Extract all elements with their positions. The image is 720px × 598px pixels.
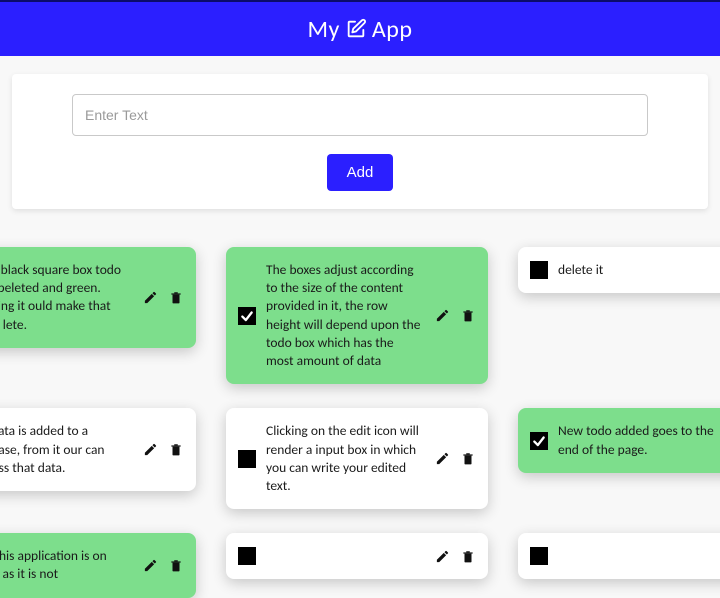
title-right: App — [372, 15, 413, 44]
todo-text: New todo added goes to the end of the pa… — [558, 422, 716, 458]
complete-checkbox[interactable] — [238, 450, 256, 468]
add-button[interactable]: Add — [327, 154, 394, 191]
todo-card: he data is added to a atabase, from it o… — [0, 408, 196, 491]
pencil-icon[interactable] — [142, 557, 158, 573]
todo-text: g on black square box todo compeleted an… — [0, 261, 132, 334]
todo-card: delete it — [518, 247, 720, 293]
edit-icon — [344, 17, 368, 41]
todo-text: The boxes adjust according to the size o… — [266, 261, 424, 370]
todo-text: l of this application is on AWS as it is… — [0, 547, 132, 583]
pencil-icon[interactable] — [142, 289, 158, 305]
todo-card — [518, 533, 720, 579]
todo-card: l of this application is on AWS as it is… — [0, 533, 196, 597]
todo-card: g on black square box todo compeleted an… — [0, 247, 196, 348]
card-actions — [142, 557, 184, 573]
pencil-icon[interactable] — [434, 548, 450, 564]
todo-text: delete it — [558, 261, 716, 279]
title-left: My — [308, 15, 340, 44]
todo-text: he data is added to a atabase, from it o… — [0, 422, 132, 477]
trash-icon[interactable] — [460, 451, 476, 467]
complete-checkbox[interactable] — [530, 261, 548, 279]
card-actions — [142, 442, 184, 458]
complete-checkbox[interactable] — [530, 432, 548, 450]
trash-icon[interactable] — [168, 289, 184, 305]
complete-checkbox[interactable] — [238, 547, 256, 565]
todo-card: The boxes adjust according to the size o… — [226, 247, 488, 384]
card-actions — [434, 451, 476, 467]
todo-input[interactable] — [72, 94, 648, 136]
pencil-icon[interactable] — [142, 442, 158, 458]
todo-card — [226, 533, 488, 579]
card-actions — [434, 308, 476, 324]
card-actions — [434, 548, 476, 564]
add-panel: Add — [12, 74, 708, 209]
pencil-icon[interactable] — [434, 451, 450, 467]
pencil-icon[interactable] — [434, 308, 450, 324]
trash-icon[interactable] — [460, 308, 476, 324]
app-header: My App — [0, 2, 720, 56]
todo-card: Clicking on the edit icon will render a … — [226, 408, 488, 509]
trash-icon[interactable] — [460, 548, 476, 564]
todo-text: Clicking on the edit icon will render a … — [266, 422, 424, 495]
trash-icon[interactable] — [168, 557, 184, 573]
todo-grid: g on black square box todo compeleted an… — [0, 247, 720, 598]
complete-checkbox[interactable] — [530, 547, 548, 565]
trash-icon[interactable] — [168, 442, 184, 458]
complete-checkbox[interactable] — [238, 307, 256, 325]
todo-card: New todo added goes to the end of the pa… — [518, 408, 720, 472]
card-actions — [142, 289, 184, 305]
